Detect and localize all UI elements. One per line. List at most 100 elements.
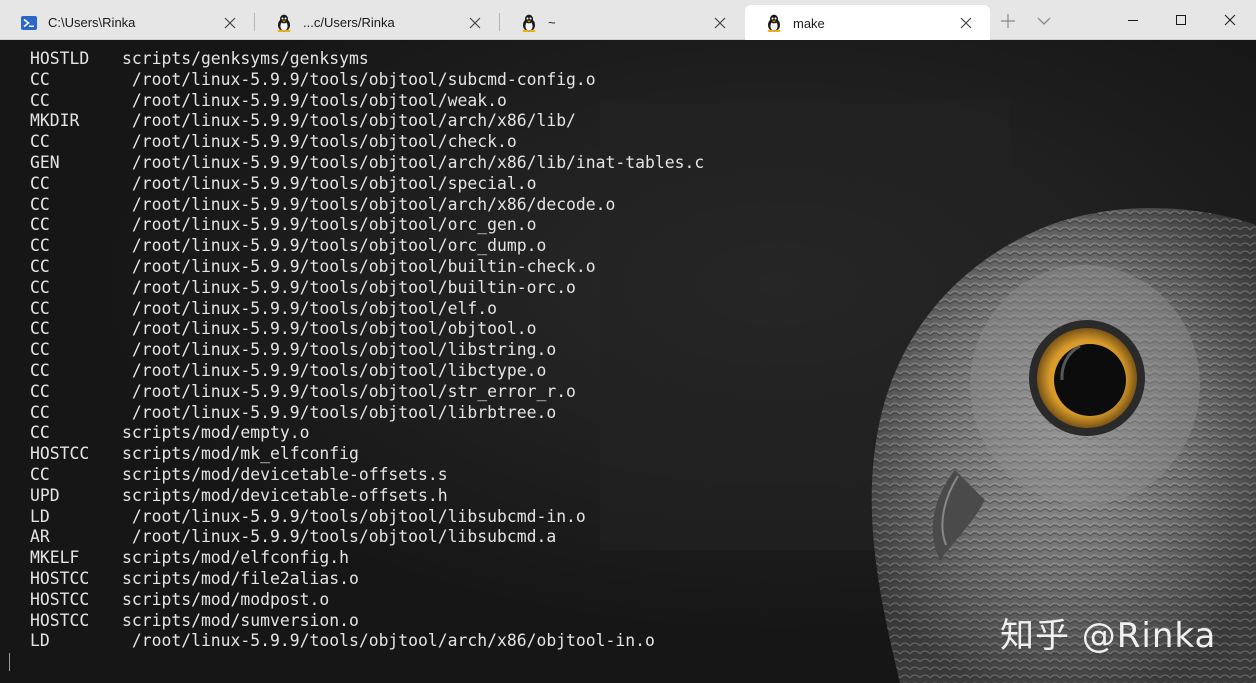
watermark: 知乎 @Rinka xyxy=(1000,616,1217,656)
terminal-line: MKELF scripts/mod/elfconfig.h xyxy=(30,548,704,569)
tab-linux-home[interactable]: ...c/Users/Rinka xyxy=(255,5,499,40)
build-command: CC xyxy=(30,277,50,297)
build-command: MKDIR xyxy=(30,111,80,131)
build-target-path: /root/linux-5.9.9/tools/objtool/special.… xyxy=(122,173,537,193)
terminal-line: CC scripts/mod/empty.o xyxy=(30,423,704,444)
close-icon[interactable] xyxy=(220,13,240,33)
terminal-line: CC /root/linux-5.9.9/tools/objtool/subcm… xyxy=(30,70,704,91)
terminal-line: UPD scripts/mod/devicetable-offsets.h xyxy=(30,486,704,507)
build-command: MKELF xyxy=(30,548,80,568)
terminal-line: CC /root/linux-5.9.9/tools/objtool/elf.o xyxy=(30,299,704,320)
build-target-path: /root/linux-5.9.9/tools/objtool/arch/x86… xyxy=(122,111,576,131)
terminal-line: CC /root/linux-5.9.9/tools/objtool/orc_g… xyxy=(30,215,704,236)
terminal-line: CC /root/linux-5.9.9/tools/objtool/built… xyxy=(30,278,704,299)
build-command: LD xyxy=(30,631,50,651)
terminal-line: HOSTLD scripts/genksyms/genksyms xyxy=(30,49,704,70)
build-command: CC xyxy=(30,256,50,276)
build-target-path: /root/linux-5.9.9/tools/objtool/orc_gen.… xyxy=(122,215,537,235)
build-command: CC xyxy=(30,360,50,380)
build-command: UPD xyxy=(30,485,60,505)
terminal-line: GEN /root/linux-5.9.9/tools/objtool/arch… xyxy=(30,153,704,174)
tux-linux-icon xyxy=(275,14,293,32)
build-command: HOSTCC xyxy=(30,610,90,630)
terminal-line: LD /root/linux-5.9.9/tools/objtool/libsu… xyxy=(30,507,704,528)
build-target-path: /root/linux-5.9.9/tools/objtool/arch/x86… xyxy=(122,194,616,214)
terminal-line: LD /root/linux-5.9.9/tools/objtool/arch/… xyxy=(30,631,704,652)
build-target-path: /root/linux-5.9.9/tools/objtool/builtin-… xyxy=(122,277,576,297)
build-command: HOSTCC xyxy=(30,444,90,464)
tab-linux-tilde[interactable]: ~ xyxy=(500,5,744,40)
build-target-path: scripts/mod/mk_elfconfig xyxy=(122,444,359,464)
terminal-line: CC /root/linux-5.9.9/tools/objtool/librb… xyxy=(30,403,704,424)
build-command: CC xyxy=(30,319,50,339)
terminal-line: AR /root/linux-5.9.9/tools/objtool/libsu… xyxy=(30,527,704,548)
terminal-line: CC /root/linux-5.9.9/tools/objtool/orc_d… xyxy=(30,236,704,257)
terminal-line: HOSTCC scripts/mod/file2alias.o xyxy=(30,569,704,590)
tab-label: C:\Users\Rinka xyxy=(48,15,136,30)
minimize-button[interactable] xyxy=(1109,0,1157,40)
close-window-button[interactable] xyxy=(1206,0,1254,40)
build-command: CC xyxy=(30,173,50,193)
terminal-text: HOSTLD scripts/genksyms/genksyms CC /root/… xyxy=(30,49,704,652)
minimize-icon xyxy=(1128,20,1138,21)
build-target-path: /root/linux-5.9.9/tools/objtool/check.o xyxy=(122,132,517,152)
build-target-path: /root/linux-5.9.9/tools/objtool/libsubcm… xyxy=(122,527,557,547)
build-command: CC xyxy=(30,132,50,152)
build-target-path: /root/linux-5.9.9/tools/objtool/libsubcm… xyxy=(122,506,586,526)
terminal-line: CC /root/linux-5.9.9/tools/objtool/speci… xyxy=(30,174,704,195)
build-command: CC xyxy=(30,236,50,256)
build-target-path: /root/linux-5.9.9/tools/objtool/str_erro… xyxy=(122,381,576,401)
build-target-path: scripts/mod/sumversion.o xyxy=(122,610,359,630)
build-target-path: /root/linux-5.9.9/tools/objtool/subcmd-c… xyxy=(122,69,596,89)
tab-dropdown-button[interactable] xyxy=(1032,9,1056,33)
tab-powershell[interactable]: C:\Users\Rinka xyxy=(0,5,254,40)
build-target-path: /root/linux-5.9.9/tools/objtool/arch/x86… xyxy=(122,631,655,651)
build-command: HOSTCC xyxy=(30,568,90,588)
build-target-path: scripts/mod/elfconfig.h xyxy=(122,548,349,568)
build-target-path: scripts/mod/devicetable-offsets.h xyxy=(122,485,448,505)
build-command: HOSTLD xyxy=(30,49,90,68)
terminal-line: CC /root/linux-5.9.9/tools/objtool/objto… xyxy=(30,319,704,340)
build-command: CC xyxy=(30,215,50,235)
terminal-line: HOSTCC scripts/mod/sumversion.o xyxy=(30,611,704,632)
tab-label: ...c/Users/Rinka xyxy=(303,15,395,30)
build-target-path: /root/linux-5.9.9/tools/objtool/orc_dump… xyxy=(122,236,547,256)
build-command: CC xyxy=(30,464,50,484)
build-target-path: /root/linux-5.9.9/tools/objtool/weak.o xyxy=(122,90,507,110)
terminal-output-area[interactable]: HOSTLD scripts/genksyms/genksyms CC /root/… xyxy=(0,40,1256,683)
build-command: HOSTCC xyxy=(30,589,90,609)
build-target-path: scripts/mod/file2alias.o xyxy=(122,568,359,588)
build-command: CC xyxy=(30,381,50,401)
close-icon[interactable] xyxy=(956,13,976,33)
build-command: CC xyxy=(30,298,50,318)
build-target-path: /root/linux-5.9.9/tools/objtool/elf.o xyxy=(122,298,497,318)
build-command: CC xyxy=(30,423,50,443)
maximize-button[interactable] xyxy=(1157,0,1205,40)
build-target-path: scripts/mod/modpost.o xyxy=(122,589,330,609)
powershell-icon xyxy=(20,14,38,32)
build-command: CC xyxy=(30,69,50,89)
tab-bar: C:\Users\Rinka ...c/Users/Rinka ~ make xyxy=(0,0,1256,41)
maximize-icon xyxy=(1176,15,1186,25)
build-command: CC xyxy=(30,340,50,360)
build-target-path: scripts/mod/empty.o xyxy=(122,423,310,443)
plus-icon xyxy=(1001,14,1015,28)
close-icon[interactable] xyxy=(465,13,485,33)
tab-label: ~ xyxy=(548,15,556,30)
new-tab-button[interactable] xyxy=(996,9,1020,33)
close-icon[interactable] xyxy=(710,13,730,33)
terminal-line: CC /root/linux-5.9.9/tools/objtool/libct… xyxy=(30,361,704,382)
terminal-line: CC /root/linux-5.9.9/tools/objtool/check… xyxy=(30,132,704,153)
terminal-line: HOSTCC scripts/mod/mk_elfconfig xyxy=(30,444,704,465)
tab-make[interactable]: make xyxy=(745,5,990,41)
build-command: CC xyxy=(30,90,50,110)
terminal-line: CC /root/linux-5.9.9/tools/objtool/libst… xyxy=(30,340,704,361)
terminal-line: CC /root/linux-5.9.9/tools/objtool/built… xyxy=(30,257,704,278)
terminal-line: CC /root/linux-5.9.9/tools/objtool/str_e… xyxy=(30,382,704,403)
tab-label: make xyxy=(793,15,825,31)
terminal-line: MKDIR /root/linux-5.9.9/tools/objtool/ar… xyxy=(30,111,704,132)
build-target-path: /root/linux-5.9.9/tools/objtool/libstrin… xyxy=(122,340,557,360)
chevron-down-icon xyxy=(1037,17,1051,25)
build-command: CC xyxy=(30,194,50,214)
build-command: CC xyxy=(30,402,50,422)
